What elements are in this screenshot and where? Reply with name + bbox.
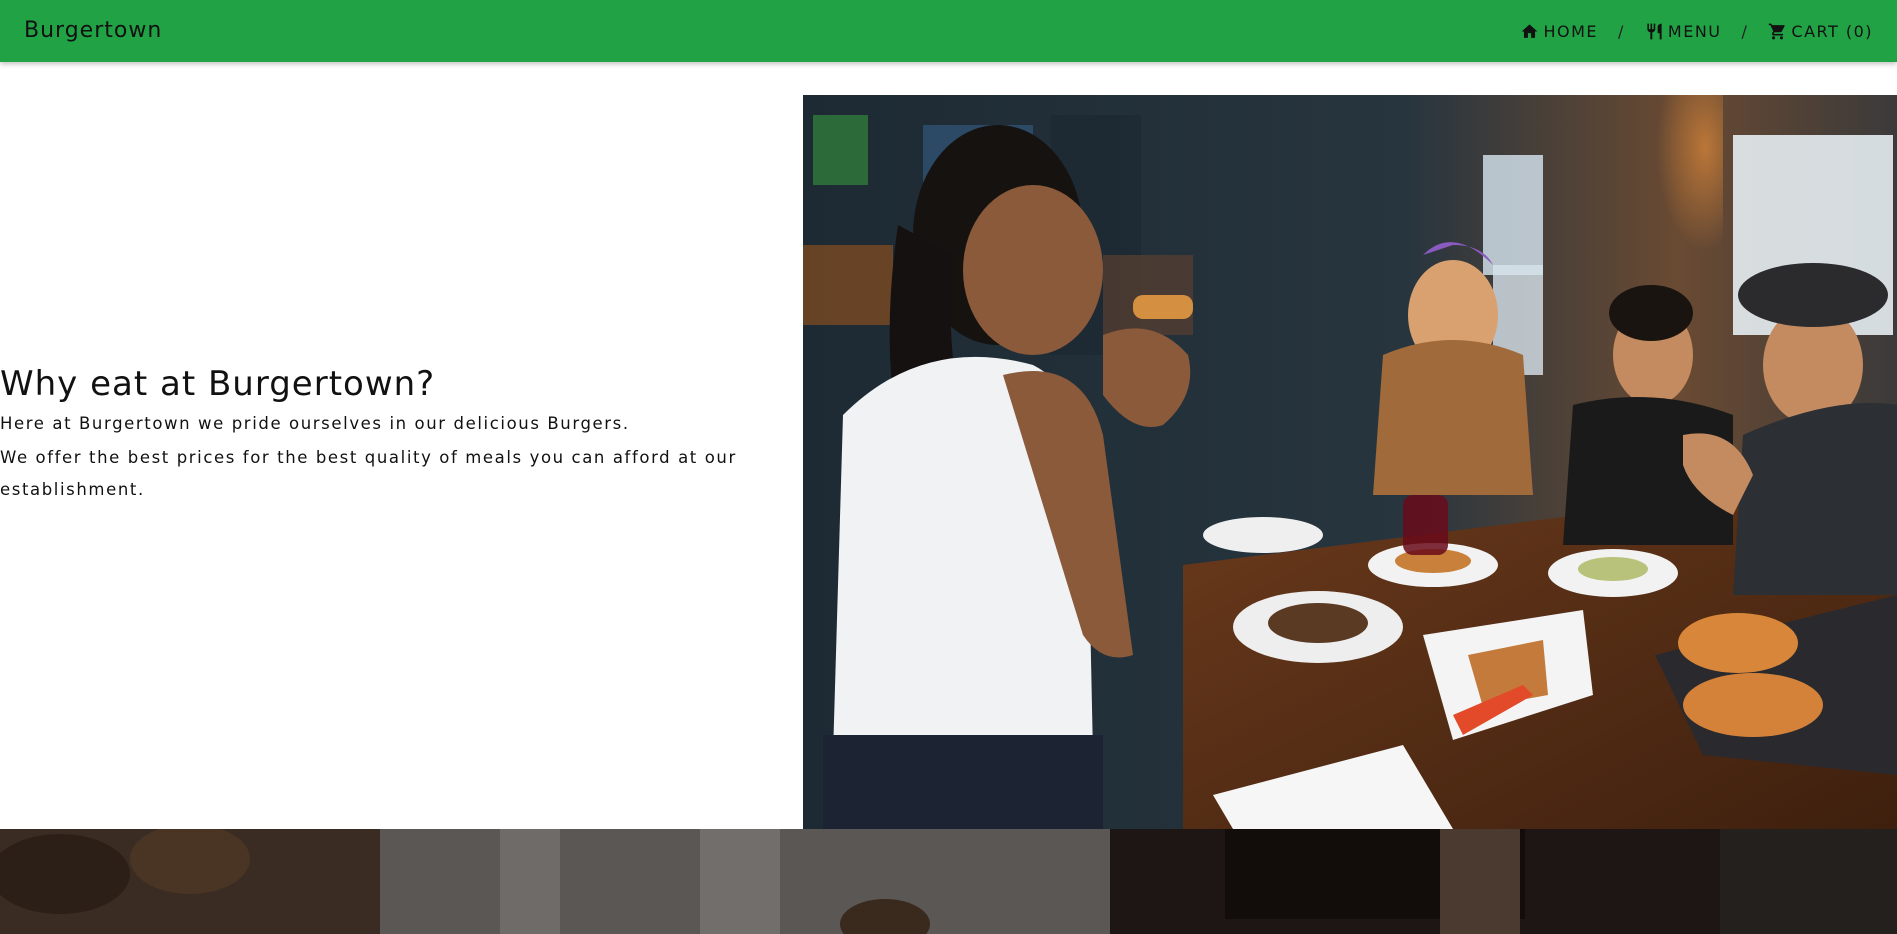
hero-title: Why eat at Burgertown?: [0, 364, 436, 404]
brand-logo[interactable]: Burgertown: [24, 0, 162, 62]
utensils-icon: [1647, 23, 1662, 39]
nav-separator: /: [1618, 21, 1625, 41]
nav-cart-link[interactable]: CART (0): [1768, 22, 1873, 41]
interior-image: [0, 829, 1897, 934]
next-section-background: [0, 829, 1897, 934]
cart-icon: [1769, 23, 1786, 39]
hero-text-section: Why eat at Burgertown? Here at Burgertow…: [0, 362, 760, 506]
nav-home-link[interactable]: HOME: [1520, 22, 1598, 41]
nav-menu-link[interactable]: MENU: [1645, 22, 1722, 41]
hero-paragraph: We offer the best prices for the best qu…: [0, 448, 737, 499]
nav-links: HOME / MENU / CART (0): [1520, 0, 1873, 62]
nav-menu-label: MENU: [1667, 21, 1722, 41]
nav-home-label: HOME: [1543, 21, 1599, 41]
nav-cart-label: CART (0): [1791, 21, 1873, 41]
nav-separator: /: [1741, 21, 1749, 41]
hero-paragraph: Here at Burgertown we pride ourselves in…: [0, 414, 630, 433]
hero-restaurant-photo: [803, 95, 1897, 829]
home-icon: [1522, 23, 1538, 38]
navbar: Burgertown HOME / MENU / CART (0): [0, 0, 1897, 62]
restaurant-image: [803, 95, 1897, 829]
